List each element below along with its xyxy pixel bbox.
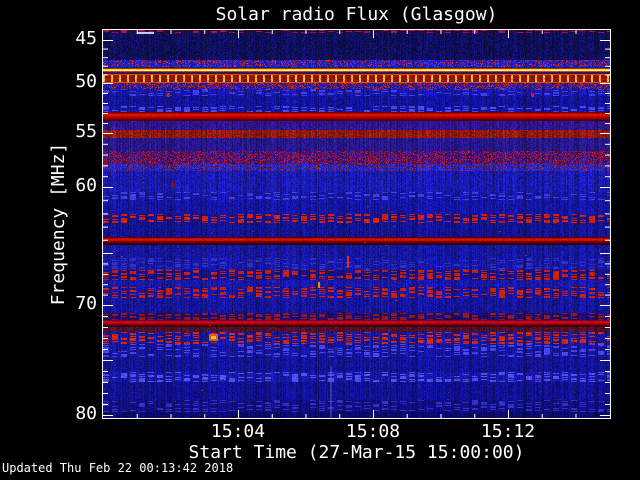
updated-timestamp: Updated Thu Feb 22 00:13:42 2018 — [2, 461, 234, 475]
y-axis-title: Frequency [MHz] — [48, 142, 69, 306]
y-tick-label-55: 55 — [75, 121, 97, 142]
x-tick-label-1508: 15:08 — [345, 421, 401, 442]
chart-title: Solar radio Flux (Glasgow) — [215, 4, 498, 25]
y-tick-label-50: 50 — [75, 71, 97, 92]
spectrogram-image — [103, 30, 610, 418]
solar-radio-spectrogram-page: Solar radio Flux (Glasgow) 45 50 55 60 7… — [0, 0, 640, 480]
x-tick-label-1512: 15:12 — [480, 421, 536, 442]
plot-frame — [102, 29, 611, 419]
x-axis-title: Start Time (27-Mar-15 15:00:00) — [188, 442, 525, 463]
x-tick-label-1504: 15:04 — [210, 421, 266, 442]
y-tick-label-45: 45 — [75, 28, 97, 49]
y-tick-label-80: 80 — [75, 403, 97, 424]
